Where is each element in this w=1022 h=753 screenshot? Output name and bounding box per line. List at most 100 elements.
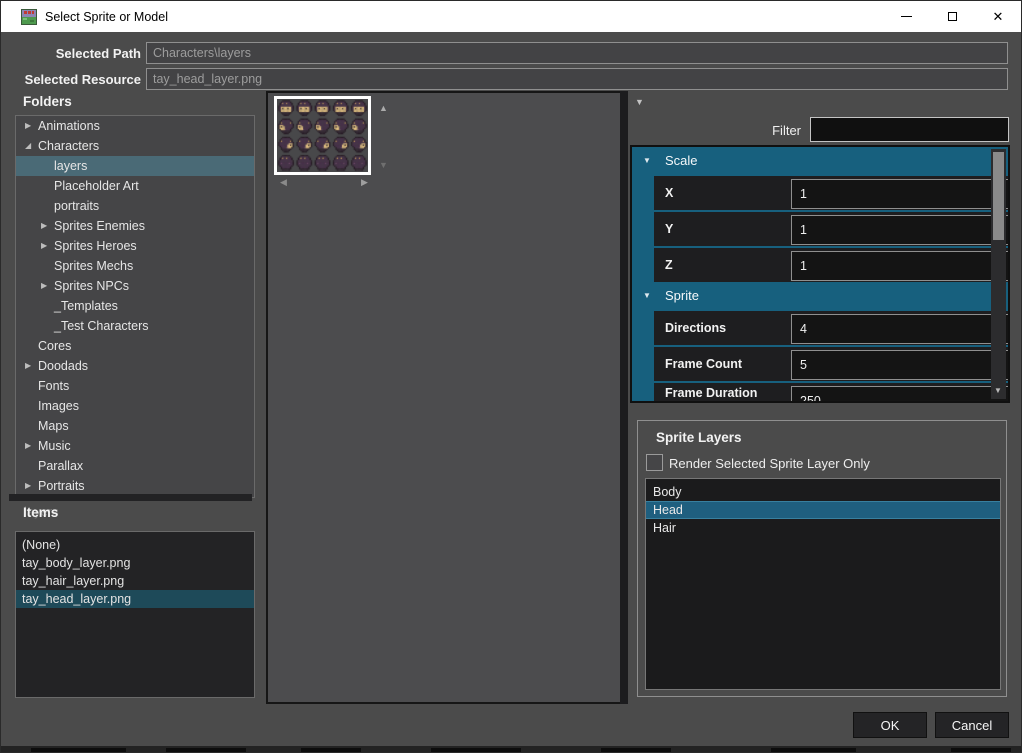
- folder-tree-item-label: layers: [54, 159, 87, 173]
- tree-collapsed-icon[interactable]: ▶: [25, 356, 31, 376]
- property-spinner[interactable]: 1: [791, 179, 1010, 209]
- folder-tree-item-characters[interactable]: ◢ Characters: [16, 136, 254, 156]
- property-spinner[interactable]: 1: [791, 215, 1010, 245]
- property-row-x: X1: [654, 174, 1008, 210]
- folder-tree-item-label: Sprites Heroes: [54, 239, 137, 253]
- folder-tree-item-label: _Templates: [54, 299, 118, 313]
- render-selected-layer-checkbox[interactable]: [646, 454, 663, 471]
- section-header-sprite[interactable]: ▼Sprite: [632, 282, 1008, 309]
- maximize-button[interactable]: [929, 1, 975, 32]
- items-list-row[interactable]: tay_body_layer.png: [16, 554, 254, 572]
- section-header-scale[interactable]: ▼ Scale: [632, 147, 1008, 174]
- sprite-layer-row-hair[interactable]: Hair: [646, 519, 1000, 537]
- folder-tree-item-maps[interactable]: Maps: [16, 416, 254, 436]
- scrollbar-thumb[interactable]: [993, 152, 1004, 240]
- folder-tree-item-doodads[interactable]: ▶Doodads: [16, 356, 254, 376]
- folder-tree-item-parallax[interactable]: Parallax: [16, 456, 254, 476]
- folder-tree-item-layers[interactable]: layers: [16, 156, 254, 176]
- property-grid-scrollbar[interactable]: ▼: [991, 149, 1006, 399]
- items-list-row[interactable]: tay_hair_layer.png: [16, 572, 254, 590]
- filter-input[interactable]: [810, 117, 1009, 142]
- tree-collapsed-icon[interactable]: ▶: [41, 276, 47, 296]
- items-list-row[interactable]: (None): [16, 536, 254, 554]
- property-row-frame-duration-milliseconds-: Frame Duration(milliseconds)250: [654, 381, 1008, 403]
- folder-tree-item--test-characters[interactable]: _Test Characters: [16, 316, 254, 336]
- folder-tree-item-fonts[interactable]: Fonts: [16, 376, 254, 396]
- property-spinner[interactable]: 250: [791, 386, 1010, 403]
- property-dropdown[interactable]: 4▼: [791, 314, 1010, 344]
- folders-heading: Folders: [23, 94, 72, 109]
- selected-resource-label: Selected Resource: [13, 72, 141, 87]
- property-value: 1: [800, 187, 807, 201]
- property-row-directions: Directions4▼: [654, 309, 1008, 345]
- property-row-frame-count: Frame Count5: [654, 345, 1008, 381]
- spin-down-icon[interactable]: [993, 400, 1001, 403]
- selected-path-field[interactable]: Characters\layers: [146, 42, 1008, 64]
- close-button[interactable]: ✕: [975, 1, 1021, 32]
- items-heading: Items: [23, 505, 58, 520]
- property-value: 1: [800, 223, 807, 237]
- tree-collapsed-icon[interactable]: ▶: [41, 216, 47, 236]
- minimize-icon: [901, 16, 912, 17]
- property-label: Z: [665, 248, 789, 282]
- panel-collapse-icon[interactable]: ▼: [635, 97, 644, 107]
- scroll-left-icon[interactable]: ◀: [280, 177, 287, 187]
- horizontal-splitter[interactable]: [9, 494, 252, 501]
- folder-tree-item-label: Sprites NPCs: [54, 279, 129, 293]
- folder-tree-item-label: Placeholder Art: [54, 179, 139, 193]
- folder-tree-item-label: portraits: [54, 199, 99, 213]
- items-heading-wrap: layers Items: [23, 504, 58, 522]
- folder-tree-item-label: Maps: [38, 419, 69, 433]
- sprite-layer-row-body[interactable]: Body: [646, 483, 1000, 501]
- scroll-down-icon[interactable]: ▼: [379, 160, 388, 170]
- scrollbar-down-icon[interactable]: ▼: [994, 386, 1002, 395]
- tree-collapsed-icon[interactable]: ▶: [25, 436, 31, 456]
- folder-tree-item-label: Parallax: [38, 459, 83, 473]
- folder-tree-item-portraits[interactable]: portraits: [16, 196, 254, 216]
- sprite-sheet-thumbnail[interactable]: [274, 96, 371, 175]
- tree-collapsed-icon[interactable]: ▶: [41, 236, 47, 256]
- tree-collapsed-icon[interactable]: ▶: [25, 476, 31, 496]
- tree-expanded-icon[interactable]: ◢: [25, 136, 31, 156]
- selected-resource-field[interactable]: tay_head_layer.png: [146, 68, 1008, 90]
- sprite-sheet-canvas: [277, 99, 368, 172]
- sprite-layer-row-head[interactable]: Head: [646, 501, 1000, 519]
- title-bar[interactable]: Select Sprite or Model ✕: [1, 1, 1021, 32]
- items-list-row[interactable]: tay_head_layer.png: [16, 590, 254, 608]
- folder-tree-item-label: Portraits: [38, 479, 85, 493]
- folder-tree-item--templates[interactable]: _Templates: [16, 296, 254, 316]
- folder-tree: ▶Animations◢ Characters layers Placeholder …: [15, 115, 255, 498]
- section-expanded-icon[interactable]: ▼: [643, 147, 651, 174]
- folder-tree-item-label: Sprites Mechs: [54, 259, 133, 273]
- minimize-button[interactable]: [883, 1, 929, 32]
- scroll-right-icon[interactable]: ▶: [361, 177, 368, 187]
- property-spinner[interactable]: 5: [791, 350, 1010, 380]
- folder-tree-item-portraits[interactable]: ▶ Portraits: [16, 476, 254, 496]
- property-value: 1: [800, 259, 807, 273]
- folder-tree-item-label: Fonts: [38, 379, 69, 393]
- vertical-splitter[interactable]: [620, 91, 628, 704]
- cancel-button[interactable]: Cancel: [935, 712, 1009, 738]
- tree-collapsed-icon[interactable]: ▶: [25, 116, 31, 136]
- folder-tree-item-label: Images: [38, 399, 79, 413]
- section-expanded-icon[interactable]: ▼: [643, 282, 651, 309]
- section-title: Scale: [665, 153, 698, 168]
- folder-tree-item-label: Characters: [38, 139, 99, 153]
- folder-tree-item-sprites-heroes[interactable]: ▶ Sprites Heroes: [16, 236, 254, 256]
- scroll-up-icon[interactable]: ▲: [379, 103, 388, 113]
- folder-tree-item-sprites-enemies[interactable]: ▶Sprites Enemies: [16, 216, 254, 236]
- folder-tree-item-animations[interactable]: ▶Animations: [16, 116, 254, 136]
- folder-tree-item-placeholder-art[interactable]: Placeholder Art: [16, 176, 254, 196]
- folder-tree-item-music[interactable]: ▶Music: [16, 436, 254, 456]
- property-spinner[interactable]: 1: [791, 251, 1010, 281]
- property-label: Directions: [665, 311, 789, 345]
- folder-tree-item-sprites-npcs[interactable]: ▶ Sprites NPCs: [16, 276, 254, 296]
- property-label: Y: [665, 212, 789, 246]
- ok-button[interactable]: OK: [853, 712, 927, 738]
- property-grid: ▼ScaleX1Y1Z1▼SpriteDirections4▼Frame Cou…: [630, 145, 1010, 403]
- filter-label: Filter: [701, 123, 801, 138]
- folder-tree-item-sprites-mechs[interactable]: Sprites Mechs: [16, 256, 254, 276]
- background-app-strip: [1, 746, 1021, 753]
- folder-tree-item-images[interactable]: Images: [16, 396, 254, 416]
- folder-tree-item-cores[interactable]: Cores: [16, 336, 254, 356]
